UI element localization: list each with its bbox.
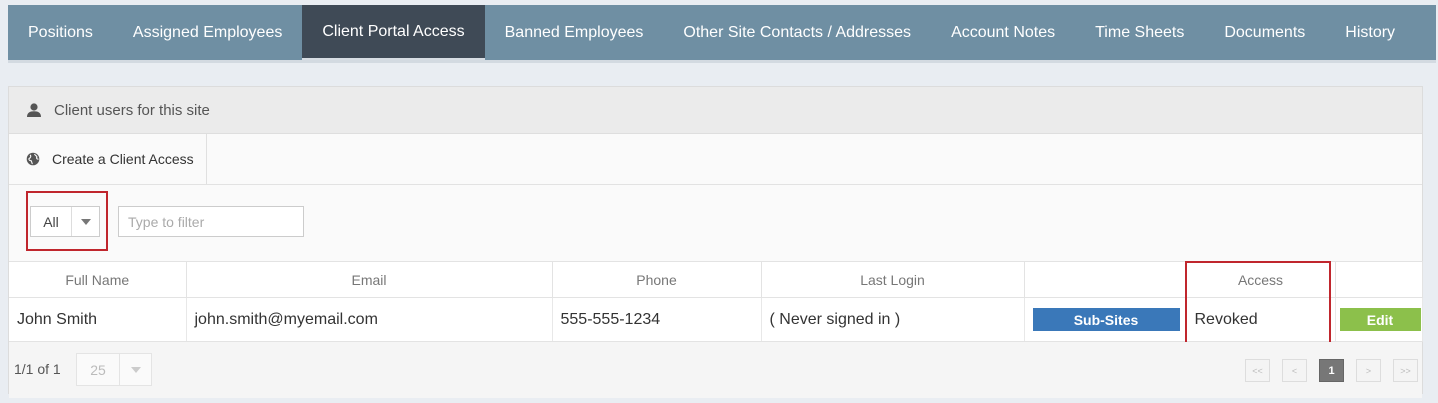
tab-assigned-employees[interactable]: Assigned Employees: [113, 5, 302, 60]
edit-button[interactable]: Edit: [1339, 308, 1421, 331]
cell-subsites: Sub-Sites: [1024, 297, 1187, 342]
table-header-row: Full Name Email Phone Last Login Access: [9, 261, 1423, 298]
table-footer: 1/1 of 1 25 << < 1 > >>: [9, 342, 1422, 398]
create-client-access-label: Create a Client Access: [52, 151, 194, 167]
column-header-access[interactable]: Access: [1186, 261, 1336, 298]
status-filter-select[interactable]: All: [30, 206, 100, 237]
caret-down-icon[interactable]: [72, 207, 99, 236]
pagination: << < 1 > >>: [1245, 359, 1418, 382]
create-row: Create a Client Access: [9, 134, 1422, 185]
caret-down-icon[interactable]: [120, 354, 151, 385]
page-size-select[interactable]: 25: [76, 353, 152, 386]
page-count: 1/1 of 1: [14, 361, 61, 377]
tab-history[interactable]: History: [1325, 5, 1415, 60]
client-users-table: Full Name Email Phone Last Login Access …: [9, 261, 1423, 342]
tab-banned-employees[interactable]: Banned Employees: [485, 5, 664, 60]
last-page-button[interactable]: >>: [1393, 359, 1418, 382]
tab-time-sheets[interactable]: Time Sheets: [1075, 5, 1204, 60]
tab-documents[interactable]: Documents: [1204, 5, 1325, 60]
cell-last-login: ( Never signed in ): [761, 297, 1025, 342]
user-icon: [27, 103, 41, 117]
column-header-email[interactable]: Email: [186, 261, 553, 298]
cell-email: john.smith@myemail.com: [186, 297, 553, 342]
tab-other-site-contacts[interactable]: Other Site Contacts / Addresses: [663, 5, 931, 60]
cell-access: Revoked: [1186, 297, 1336, 342]
tab-account-notes[interactable]: Account Notes: [931, 5, 1075, 60]
column-header-actions: [1335, 261, 1423, 298]
column-header-last-login[interactable]: Last Login: [761, 261, 1025, 298]
page-size-value: 25: [77, 354, 120, 385]
create-client-access-button[interactable]: Create a Client Access: [9, 134, 207, 184]
filter-row: All: [9, 185, 1422, 261]
status-filter-value: All: [31, 207, 72, 236]
first-page-button[interactable]: <<: [1245, 359, 1270, 382]
prev-page-button[interactable]: <: [1282, 359, 1307, 382]
panel-header: Client users for this site: [9, 87, 1422, 134]
site-tab-bar: Positions Assigned Employees Client Port…: [8, 5, 1436, 60]
cell-phone: 555-555-1234: [552, 297, 762, 342]
filter-input[interactable]: [118, 206, 304, 237]
column-header-phone[interactable]: Phone: [552, 261, 762, 298]
subsites-button[interactable]: Sub-Sites: [1032, 308, 1180, 331]
client-users-panel: Client users for this site Create a Clie…: [8, 86, 1423, 398]
cell-actions: Edit: [1335, 297, 1423, 342]
tab-positions[interactable]: Positions: [8, 5, 113, 60]
tab-client-portal-access[interactable]: Client Portal Access: [302, 5, 485, 60]
current-page-button[interactable]: 1: [1319, 359, 1344, 382]
tab-bar-divider: [8, 60, 1436, 63]
column-header-full-name[interactable]: Full Name: [9, 261, 187, 298]
cell-full-name: John Smith: [9, 297, 187, 342]
column-header-subsites: [1024, 261, 1187, 298]
panel-title: Client users for this site: [54, 101, 210, 119]
next-page-button[interactable]: >: [1356, 359, 1381, 382]
globe-icon: [26, 152, 40, 166]
table-row: John Smith john.smith@myemail.com 555-55…: [9, 297, 1423, 342]
